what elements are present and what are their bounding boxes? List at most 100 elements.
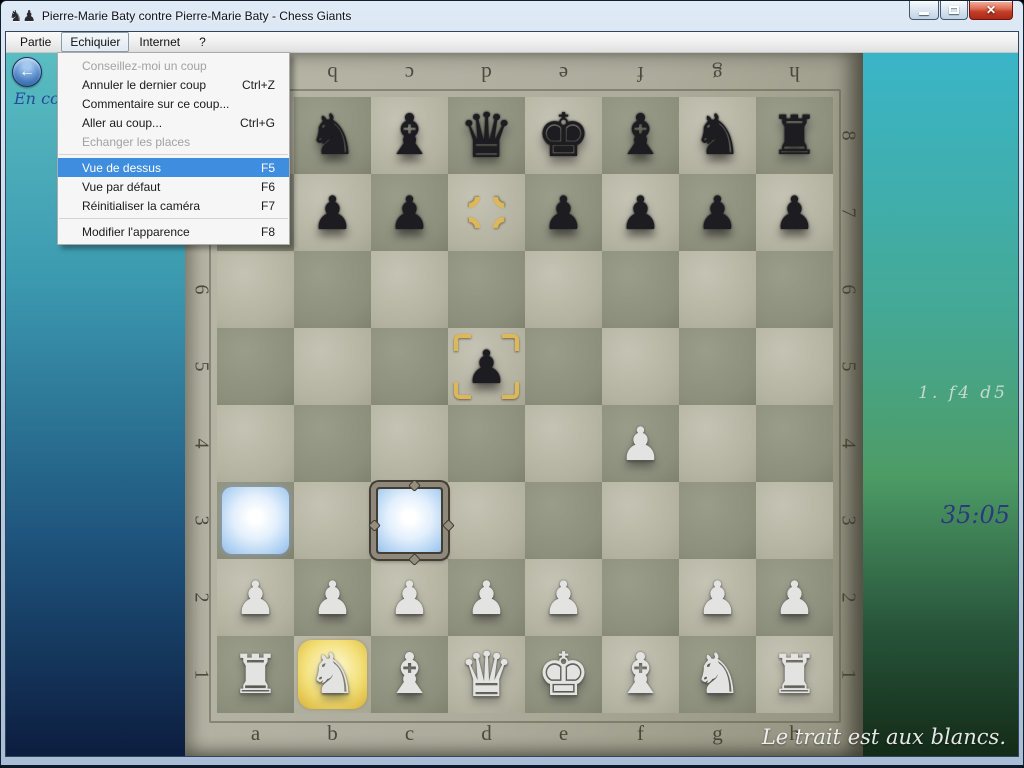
piece-black-knight-g8[interactable]: ♞: [679, 97, 756, 174]
menuitem-shortcut: Ctrl+Z: [242, 78, 275, 92]
menuitem-vue-par-d-faut[interactable]: Vue par défautF6: [58, 177, 289, 196]
menu-internet[interactable]: Internet: [130, 32, 189, 52]
client-area: PartieEchiquierInternet? ♜♞♝♛♚♝♞♜♟♟♟♟♟♟♟…: [5, 31, 1019, 757]
piece-white-pawn-c2[interactable]: ♟: [371, 559, 448, 636]
piece-black-pawn-c7[interactable]: ♟: [371, 174, 448, 251]
square-f5[interactable]: [602, 328, 679, 405]
menu-partie[interactable]: Partie: [11, 32, 60, 52]
close-icon: ✕: [986, 3, 996, 17]
piece-white-queen-d1[interactable]: ♛: [448, 636, 525, 713]
app-icon: ♞♟: [9, 7, 36, 25]
square-b3[interactable]: [294, 482, 371, 559]
minimize-button[interactable]: [909, 1, 939, 20]
window-controls: ✕: [908, 1, 1013, 20]
last-move-from-marker-bl: [453, 212, 484, 243]
square-c4[interactable]: [371, 405, 448, 482]
menuitem-label: Commentaire sur ce coup...: [82, 97, 229, 111]
square-e5[interactable]: [525, 328, 602, 405]
menuitem-r-initialiser-la-cam-ra[interactable]: Réinitialiser la caméraF7: [58, 196, 289, 215]
piece-white-pawn-g2[interactable]: ♟: [679, 559, 756, 636]
piece-white-pawn-f4[interactable]: ♟: [602, 405, 679, 482]
last-move-from-marker: [448, 174, 525, 251]
piece-black-bishop-f8[interactable]: ♝: [602, 97, 679, 174]
piece-white-pawn-d2[interactable]: ♟: [448, 559, 525, 636]
menuitem-shortcut: F6: [261, 180, 275, 194]
menuitem-vue-de-dessus[interactable]: Vue de dessusF5: [58, 158, 289, 177]
file-label-bottom-g: g: [679, 721, 756, 746]
square-f6[interactable]: [602, 251, 679, 328]
square-g3[interactable]: [679, 482, 756, 559]
menuitem-shortcut: F8: [261, 225, 275, 239]
square-d4[interactable]: [448, 405, 525, 482]
close-button[interactable]: ✕: [969, 1, 1013, 20]
menu-?[interactable]: ?: [190, 32, 215, 52]
square-e3[interactable]: [525, 482, 602, 559]
square-b5[interactable]: [294, 328, 371, 405]
piece-white-king-e1[interactable]: ♚: [525, 636, 602, 713]
last-move-from-marker-tl: [453, 181, 484, 212]
rank-label-right-3: 3: [810, 506, 887, 536]
rank-label-right-8: 8: [810, 121, 887, 151]
back-button[interactable]: ←: [12, 57, 42, 87]
hover-frame-ornament: [368, 519, 381, 532]
piece-black-pawn-d5[interactable]: ♟: [448, 328, 525, 405]
square-g4[interactable]: [679, 405, 756, 482]
background-right: [859, 53, 1018, 756]
square-f3[interactable]: [602, 482, 679, 559]
square-g5[interactable]: [679, 328, 756, 405]
piece-black-pawn-f7[interactable]: ♟: [602, 174, 679, 251]
menubar: PartieEchiquierInternet?: [6, 32, 1018, 53]
piece-black-knight-b8[interactable]: ♞: [294, 97, 371, 174]
square-g6[interactable]: [679, 251, 756, 328]
piece-white-pawn-b2[interactable]: ♟: [294, 559, 371, 636]
piece-black-king-e8[interactable]: ♚: [525, 97, 602, 174]
menuitem-echanger-les-places: Echanger les places: [58, 132, 289, 151]
square-e4[interactable]: [525, 405, 602, 482]
menu-separator: [59, 154, 288, 155]
back-icon: ←: [19, 63, 35, 81]
window-title: Pierre-Marie Baty contre Pierre-Marie Ba…: [42, 9, 351, 23]
piece-black-queen-d8[interactable]: ♛: [448, 97, 525, 174]
titlebar[interactable]: ♞♟ Pierre-Marie Baty contre Pierre-Marie…: [1, 1, 1023, 31]
piece-white-bishop-f1[interactable]: ♝: [602, 636, 679, 713]
file-label-bottom-b: b: [294, 721, 371, 746]
square-b6[interactable]: [294, 251, 371, 328]
rank-label-right-1: 1: [810, 660, 887, 690]
menu-echiquier[interactable]: Echiquier: [61, 32, 129, 52]
square-f2[interactable]: [602, 559, 679, 636]
context-menu: Conseillez-moi un coup Annuler le dernier…: [57, 52, 290, 245]
menuitem-modifier-l-apparence[interactable]: Modifier l'apparenceF8: [58, 222, 289, 241]
piece-black-pawn-g7[interactable]: ♟: [679, 174, 756, 251]
square-c5[interactable]: [371, 328, 448, 405]
file-label-bottom-c: c: [371, 721, 448, 746]
file-label-top-h: h: [756, 61, 833, 86]
menuitem-label: Vue de dessus: [82, 161, 161, 175]
rank-label-left-2: 2: [163, 583, 240, 613]
square-d3[interactable]: [448, 482, 525, 559]
menuitem-commentaire-sur-ce-coup[interactable]: Commentaire sur ce coup...: [58, 94, 289, 113]
last-move-from-marker-br: [488, 212, 519, 243]
square-c6[interactable]: [371, 251, 448, 328]
chess-giants-window: ♞♟ Pierre-Marie Baty contre Pierre-Marie…: [0, 0, 1024, 768]
piece-white-bishop-c1[interactable]: ♝: [371, 636, 448, 713]
menu-separator: [59, 218, 288, 219]
rank-label-right-5: 5: [810, 352, 887, 382]
piece-white-knight-b1[interactable]: ♞: [294, 636, 371, 713]
piece-white-pawn-e2[interactable]: ♟: [525, 559, 602, 636]
menuitem-aller-au-coup[interactable]: Aller au coup...Ctrl+G: [58, 113, 289, 132]
rank-label-left-6: 6: [163, 275, 240, 305]
file-label-top-b: b: [294, 61, 371, 86]
square-e6[interactable]: [525, 251, 602, 328]
piece-black-bishop-c8[interactable]: ♝: [371, 97, 448, 174]
maximize-button[interactable]: [940, 1, 968, 20]
menuitem-label: Conseillez-moi un coup: [82, 59, 207, 73]
square-d6[interactable]: [448, 251, 525, 328]
piece-black-pawn-b7[interactable]: ♟: [294, 174, 371, 251]
menuitem-label: Annuler le dernier coup: [82, 78, 206, 92]
square-b4[interactable]: [294, 405, 371, 482]
piece-black-pawn-e7[interactable]: ♟: [525, 174, 602, 251]
menuitem-annuler-le-dernier-coup[interactable]: Annuler le dernier coup Ctrl+Z: [58, 75, 289, 94]
file-label-bottom-a: a: [217, 721, 294, 746]
piece-white-knight-g1[interactable]: ♞: [679, 636, 756, 713]
file-label-top-d: d: [448, 61, 525, 86]
